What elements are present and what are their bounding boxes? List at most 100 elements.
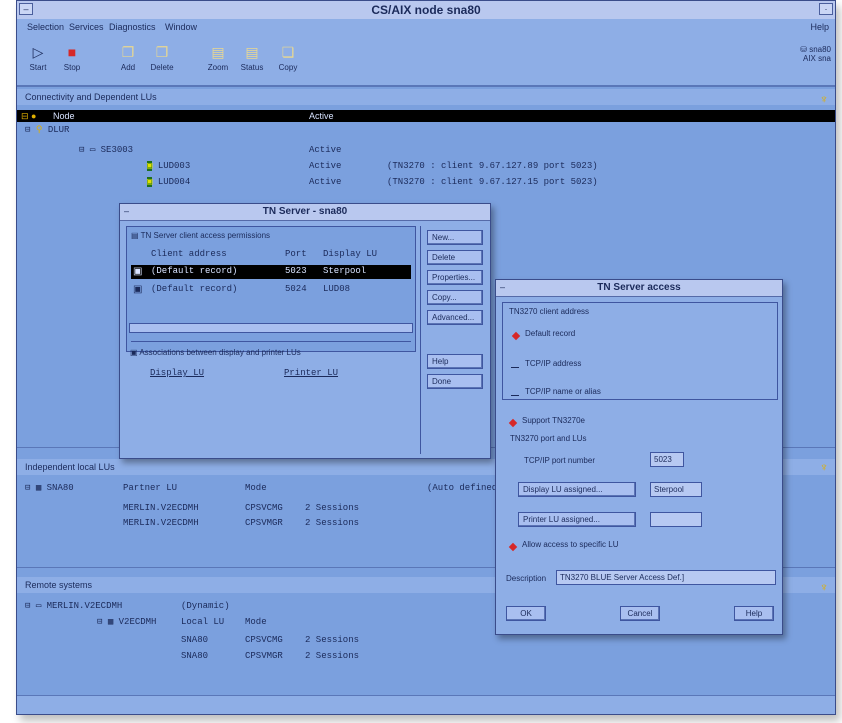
description-label: Description (506, 574, 547, 583)
tree-item-label: SE3003 (100, 145, 134, 155)
folder-icon: ▭ (89, 145, 96, 155)
tree-item-sna80[interactable]: ⊟ ▦ SNA80 (25, 483, 74, 493)
table-row[interactable]: ▣ (Default record) 5023 Sterpool (131, 265, 411, 279)
radio-tcpip-address[interactable] (511, 363, 519, 368)
allow-access-checkbox[interactable] (508, 542, 518, 552)
node-indicator: ⛁ sna80 AIX sna (791, 45, 831, 75)
stop-button[interactable]: ■ Stop (57, 43, 87, 79)
ok-button[interactable]: OK (506, 606, 546, 621)
tn-server-dialog: TN Server - sna80 – ▤ TN Server client a… (119, 203, 491, 459)
mode-cell: CPSVCMG (245, 503, 283, 513)
title-bar: – CS/AIX node sna80 · (17, 1, 835, 20)
zoom-icon: ▤ (211, 44, 225, 60)
partner-cell: MERLIN.V2ECDMH (123, 518, 199, 528)
tree-item-lud004[interactable]: ▣ LUD004 (147, 177, 190, 187)
support-tn3270e-checkbox[interactable] (508, 418, 518, 428)
new-button[interactable]: New... (427, 230, 483, 245)
menu-help[interactable]: Help (810, 22, 829, 32)
support-tn3270e-label: Support TN3270e (522, 416, 586, 425)
connectivity-pane-title: Connectivity and Dependent LUs (17, 89, 835, 105)
table-row[interactable]: ▣ (Default record) 5024 LUD08 (131, 283, 411, 297)
stop-label: Stop (63, 63, 81, 72)
associations-heading: ▣ Associations between display and print… (130, 348, 301, 357)
help-button[interactable]: Help (427, 354, 483, 369)
tn-permissions-icon: ▤ (131, 231, 139, 240)
port-group-heading: TN3270 port and LUs (510, 434, 587, 443)
col-partner-lu: Partner LU (123, 483, 178, 493)
tn-server-title: TN Server - sna80 (120, 204, 490, 221)
menu-diagnostics[interactable]: Diagnostics (109, 22, 156, 32)
status-bar (17, 695, 835, 714)
pane-status-icon: ♆ (819, 580, 829, 594)
permissions-heading: ▤ TN Server client access permissions (131, 231, 270, 240)
display-cell: Sterpool (323, 266, 367, 276)
folder-icon: ▭ (35, 601, 42, 611)
display-lu-button[interactable]: Display LU assigned... (518, 482, 636, 497)
minimize-button[interactable]: · (819, 3, 833, 15)
tree-item-se3003[interactable]: ⊟ ▭ SE3003 (79, 145, 133, 155)
node-indicator-line1: sna80 (809, 45, 831, 54)
permissions-heading-text: TN Server client access permissions (140, 231, 271, 240)
dialog-menu-button[interactable]: – (500, 282, 510, 292)
radio-tcpip-name[interactable] (511, 391, 519, 396)
delete-icon: ❐ (155, 44, 169, 60)
horizontal-scrollbar[interactable] (129, 323, 413, 333)
tree-item-lud003[interactable]: ▣ LUD003 (147, 161, 190, 171)
play-icon: ▷ (32, 44, 44, 60)
port-number-input[interactable]: 5023 (650, 452, 684, 467)
tree-item-label: LUD003 (157, 161, 191, 171)
copy-label: Copy (278, 63, 298, 72)
cancel-button[interactable]: Cancel (620, 606, 660, 621)
zoom-button[interactable]: ▤ Zoom (203, 43, 233, 79)
col-display-lu: Display LU (323, 249, 378, 259)
tree-item-label: SNA80 (46, 483, 74, 493)
delete-button[interactable]: ❐ Delete (147, 43, 177, 79)
tree-item-label: DLUR (47, 125, 70, 135)
col-local-lu: Local LU (181, 617, 225, 627)
client-address-group: TN3270 client address Default record TCP… (502, 302, 778, 400)
auto-defined-label: (Auto defined) (427, 483, 503, 493)
dialog-menu-button[interactable]: – (124, 206, 134, 216)
sessions-cell: 2 Sessions (305, 651, 360, 661)
associations-heading-text: Associations between display and printer… (139, 348, 301, 357)
copy-button[interactable]: ❏ Copy (273, 43, 303, 79)
copy-button[interactable]: Copy... (427, 290, 483, 305)
display-cell: LUD08 (323, 284, 351, 294)
node-tree-icon: ⊟ ● (21, 111, 37, 121)
radio-default-record[interactable] (511, 331, 521, 341)
tree-item-status: Active (309, 145, 342, 155)
col-port: Port (285, 249, 307, 259)
help-button[interactable]: Help (734, 606, 774, 621)
menu-selection[interactable]: Selection (27, 22, 64, 32)
delete-button[interactable]: Delete (427, 250, 483, 265)
pane-status-icon: ♆ (819, 92, 829, 106)
toolbar: ▷ Start ■ Stop ❐ Add ❐ Delete ▤ Zoom ▤ S… (17, 37, 835, 87)
done-button[interactable]: Done (427, 374, 483, 389)
display-lu-field[interactable]: Sterpool (650, 482, 702, 497)
menu-services[interactable]: Services (69, 22, 104, 32)
port-label: TCP/IP port number (524, 456, 595, 465)
tree-item-remote-system[interactable]: ⊟ ▭ MERLIN.V2ECDMH (25, 601, 122, 611)
tree-item-label: V2ECDMH (118, 617, 157, 627)
client-address-heading: TN3270 client address (509, 307, 590, 316)
start-button[interactable]: ▷ Start (23, 43, 53, 79)
dynamic-label: (Dynamic) (181, 601, 230, 611)
status-button[interactable]: ▤ Status (237, 43, 267, 79)
printer-lu-button[interactable]: Printer LU assigned... (518, 512, 636, 527)
pane-status-icon: ♆ (819, 460, 829, 474)
add-button[interactable]: ❐ Add (113, 43, 143, 79)
sessions-cell: 2 Sessions (305, 518, 360, 528)
tree-item-dlur[interactable]: ⊟ ⚲ DLUR (25, 125, 69, 135)
status-label: Status (240, 63, 264, 72)
associations-group: ▣ Associations between display and print… (126, 346, 414, 392)
advanced-button[interactable]: Advanced... (427, 310, 483, 325)
properties-button[interactable]: Properties... (427, 270, 483, 285)
main-window: – CS/AIX node sna80 · Selection Services… (16, 0, 836, 715)
description-input[interactable]: TN3270 BLUE Server Access Def.] (556, 570, 776, 585)
default-record-label: Default record (525, 329, 576, 338)
menu-window[interactable]: Window (165, 22, 197, 32)
printer-lu-field[interactable] (650, 512, 702, 527)
tree-item-remote-sub[interactable]: ⊟ ▦ V2ECDMH (97, 617, 156, 627)
node-indicator-line2: AIX sna (802, 54, 831, 63)
dlur-icon: ⚲ (35, 125, 43, 135)
